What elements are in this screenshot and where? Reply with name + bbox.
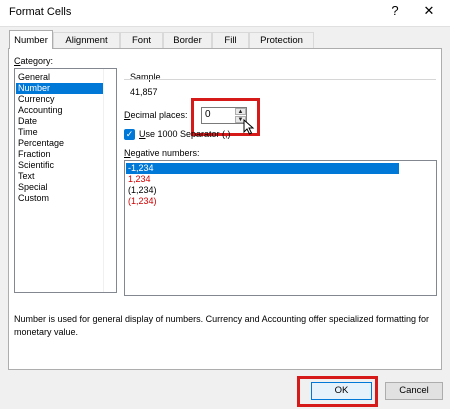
tab-border[interactable]: Border	[163, 32, 212, 48]
category-item-time[interactable]: Time	[16, 127, 103, 138]
use-1000-separator-checkbox[interactable]: ✓	[124, 129, 135, 140]
category-item-scientific[interactable]: Scientific	[16, 160, 103, 171]
close-button[interactable]: ✕	[416, 1, 442, 21]
category-item-general[interactable]: General	[16, 72, 103, 83]
category-item-date[interactable]: Date	[16, 116, 103, 127]
category-label: Category:	[14, 56, 54, 66]
category-item-number[interactable]: Number	[16, 83, 103, 94]
mouse-cursor-icon	[243, 119, 255, 135]
category-item-fraction[interactable]: Fraction	[16, 149, 103, 160]
dialog-title: Format Cells	[9, 6, 72, 18]
category-item-custom[interactable]: Custom	[16, 193, 103, 204]
category-description: Number is used for general display of nu…	[14, 314, 430, 337]
negative-format-item[interactable]: -1,234	[126, 163, 399, 174]
ok-button-highlight	[297, 376, 378, 407]
use-1000-separator-label[interactable]: Use 1000 Separator (,)	[139, 129, 231, 139]
category-item-special[interactable]: Special	[16, 182, 103, 193]
sample-value: 41,857	[130, 87, 158, 97]
negative-format-item[interactable]: (1,234)	[126, 185, 399, 196]
tab-number[interactable]: Number	[9, 30, 53, 49]
help-button[interactable]: ?	[384, 1, 406, 21]
category-item-text[interactable]: Text	[16, 171, 103, 182]
decimal-places-label: Decimal places:	[124, 110, 188, 120]
negative-format-item[interactable]: (1,234)	[126, 196, 399, 207]
sample-frame	[124, 79, 436, 104]
category-scrollbar[interactable]	[103, 69, 116, 292]
category-item-percentage[interactable]: Percentage	[16, 138, 103, 149]
tab-fill[interactable]: Fill	[212, 32, 249, 48]
category-item-currency[interactable]: Currency	[16, 94, 103, 105]
cancel-button[interactable]: Cancel	[385, 382, 443, 400]
tab-protection[interactable]: Protection	[249, 32, 314, 48]
category-list[interactable]: General Number Currency Accounting Date …	[14, 68, 117, 293]
negative-numbers-list[interactable]: -1,234 1,234 (1,234) (1,234)	[124, 160, 437, 296]
negative-numbers-label: Negative numbers:	[124, 148, 200, 158]
tab-alignment[interactable]: Alignment	[53, 32, 120, 48]
category-item-accounting[interactable]: Accounting	[16, 105, 103, 116]
negative-format-item[interactable]: 1,234	[126, 174, 399, 185]
tab-font[interactable]: Font	[120, 32, 163, 48]
